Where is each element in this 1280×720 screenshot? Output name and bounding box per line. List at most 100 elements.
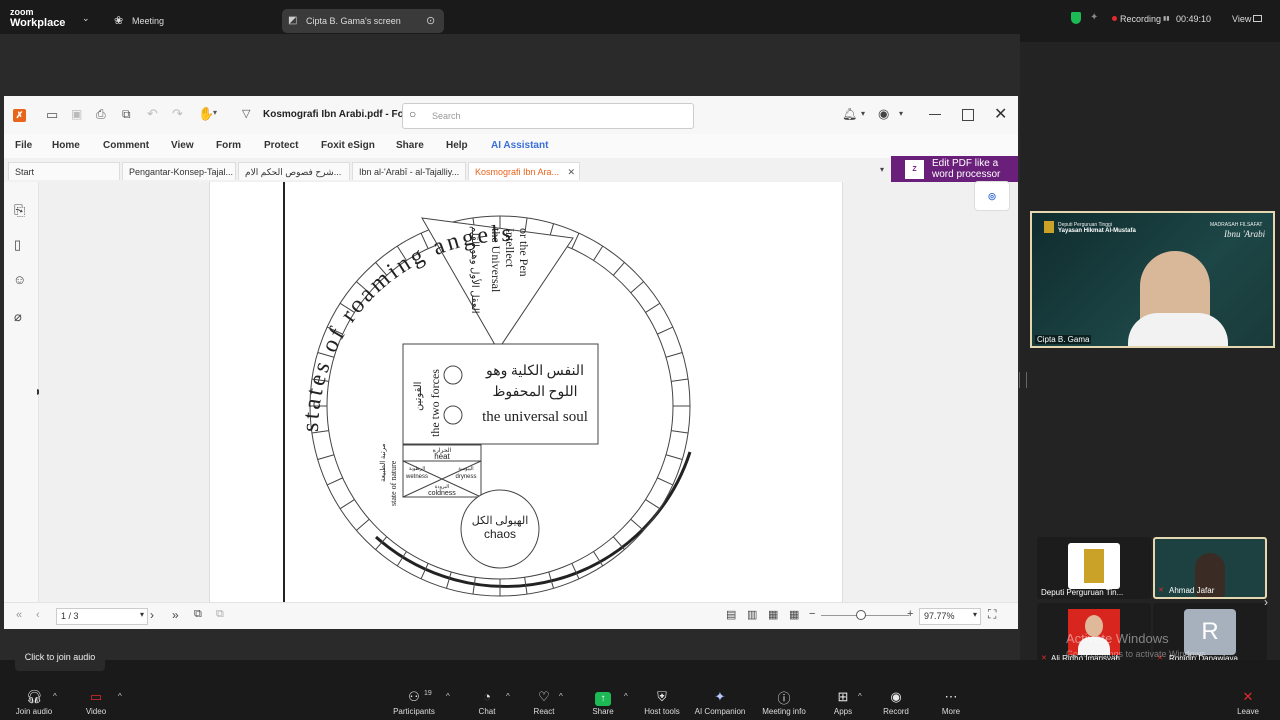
tab-start[interactable]: Start — [8, 162, 120, 180]
close-icon[interactable]: ✕ — [567, 163, 575, 180]
audio-options-icon[interactable]: ^ — [53, 692, 57, 701]
menu-ai-assistant[interactable]: AI Assistant — [491, 140, 548, 151]
menu-view[interactable]: View — [171, 140, 194, 151]
redo-icon[interactable]: ↷ — [172, 106, 183, 122]
menu-share[interactable]: Share — [396, 140, 424, 151]
speaker-shirt — [1128, 313, 1228, 346]
previous-page-icon[interactable]: ‹ — [36, 609, 40, 621]
page-dropdown-icon[interactable]: ▾ — [140, 610, 144, 619]
last-page-icon[interactable]: » — [172, 608, 179, 622]
menu-file[interactable]: File — [15, 140, 32, 151]
meeting-tab-label[interactable]: Meeting — [132, 16, 164, 26]
page-number-field[interactable]: 1 / 3 ▾ — [56, 608, 148, 625]
next-page-arrow-icon[interactable]: › — [1264, 595, 1268, 609]
menu-help[interactable]: Help — [446, 140, 468, 151]
search-input[interactable]: ○ Search — [402, 103, 694, 129]
zoom-dropdown-icon[interactable]: ▾ — [973, 610, 977, 619]
more-button[interactable]: ⋯ — [921, 688, 981, 706]
new-document-icon[interactable]: ⧉ — [122, 107, 131, 122]
minimize-icon[interactable] — [929, 114, 941, 115]
foxit-logo-icon[interactable]: ✗ — [13, 109, 26, 122]
tab-kosmografi[interactable]: Kosmografi Ibn Ara... ✕ — [468, 162, 580, 180]
participants-count: 19 — [424, 690, 432, 697]
participant-tile-deputi[interactable]: Deputi Perguruan Tin... — [1037, 537, 1151, 599]
undo-icon[interactable]: ↶ — [147, 106, 158, 122]
leave-button[interactable]: ✕ — [1218, 688, 1278, 706]
hand-tool-icon[interactable]: ✋ — [198, 106, 214, 122]
ring-tick — [571, 232, 580, 249]
continuous-page-icon[interactable]: ▥ — [747, 608, 757, 621]
participant-tile-ahmad[interactable]: Ahmad Jafar ✕ — [1153, 537, 1267, 599]
zoom-out-icon[interactable]: − — [809, 608, 815, 620]
participants-button[interactable]: ⚇ — [384, 688, 444, 706]
pages-icon[interactable]: ▯ — [14, 237, 21, 253]
hand-tool-dropdown-icon[interactable]: ▾ — [213, 108, 217, 117]
host-tools-button[interactable]: ⛨ — [632, 688, 692, 706]
print-icon[interactable]: ⎙ — [96, 107, 106, 122]
menu-comment[interactable]: Comment — [103, 140, 149, 151]
menu-home[interactable]: Home — [52, 140, 80, 151]
menu-protect[interactable]: Protect — [264, 140, 298, 151]
bookmark-icon[interactable]: ⎘ — [14, 202, 25, 219]
split-view-icon[interactable]: ⧉ — [216, 608, 224, 621]
zoom-level-field[interactable]: 97.77% ▾ — [919, 608, 981, 625]
bell-dropdown-icon[interactable]: ▾ — [861, 109, 865, 118]
account-dropdown-icon[interactable]: ▾ — [899, 109, 903, 118]
tabs-dropdown-icon[interactable]: ▾ — [880, 165, 884, 174]
chevron-down-icon[interactable]: ▽ — [242, 107, 250, 120]
more-options-icon[interactable]: ⊙ — [426, 14, 435, 27]
single-page-icon[interactable]: ▤ — [726, 608, 736, 621]
intellect-line1: the Universal — [489, 228, 503, 293]
chevron-down-icon[interactable]: ⌄ — [82, 13, 90, 24]
meeting-info-button[interactable]: ⓘ — [754, 688, 814, 708]
edit-pdf-promo-banner[interactable]: Z Edit PDF like a word processor — [891, 156, 1018, 182]
react-options-icon[interactable]: ^ — [559, 692, 563, 701]
ai-assistant-float-button[interactable]: ◎ — [974, 181, 1010, 211]
fullscreen-icon[interactable]: ⛶ — [988, 607, 996, 622]
apps-button[interactable]: ⊞ — [813, 688, 873, 706]
intellect-line2: Intellect — [503, 228, 517, 268]
active-speaker-video[interactable]: Deputi Perguruan Tinggi Yayasan Hikmat A… — [1030, 211, 1275, 348]
video-options-icon[interactable]: ^ — [118, 692, 122, 701]
comments-icon[interactable]: ☺ — [13, 272, 26, 287]
menu-form[interactable]: Form — [216, 140, 241, 151]
shield-icon[interactable] — [1071, 12, 1081, 24]
bell-icon[interactable]: 🔔︎ — [842, 107, 857, 121]
attachment-icon[interactable]: ⌀ — [14, 309, 22, 325]
react-label: React — [533, 707, 555, 716]
shared-screen-tab[interactable]: ◩ Cipta B. Gama's screen ⊙ — [282, 9, 444, 33]
continuous-facing-icon[interactable]: ▦ — [789, 608, 799, 621]
share-options-icon[interactable]: ^ — [624, 692, 628, 701]
pdf-view-area[interactable]: states of roaming angels العقل الأول وهو… — [39, 181, 1018, 602]
tab-ibn-al-arabi[interactable]: Ibn al-'Arabī - al-Tajalliy... — [352, 162, 466, 180]
apps-options-icon[interactable]: ^ — [858, 692, 862, 701]
foxit-pdf-window: ✗ ▭ ▣ ⎙ ⧉ ↶ ↷ ✋ ▾ ▽ Kosmografi Ibn Arabi… — [4, 96, 1018, 629]
account-icon[interactable]: ◉ — [878, 106, 889, 122]
participants-options-icon[interactable]: ^ — [446, 692, 450, 701]
recording-label[interactable]: Recording — [1120, 14, 1161, 24]
pause-icon[interactable]: ▮▮ — [1163, 15, 1170, 22]
open-folder-icon[interactable]: ▭ — [46, 107, 58, 123]
zoom-slider-thumb[interactable] — [856, 610, 866, 620]
rotate-view-icon[interactable]: ⧉ — [194, 608, 202, 621]
view-button[interactable]: View — [1232, 14, 1251, 24]
zoom-in-icon[interactable]: + — [907, 608, 913, 620]
chat-options-icon[interactable]: ^ — [506, 692, 510, 701]
record-button[interactable]: ◉ — [866, 688, 926, 706]
sparkle-icon[interactable]: ✦ — [1090, 12, 1098, 23]
first-page-icon[interactable]: « — [16, 609, 22, 621]
zoom-workplace-logo[interactable]: zoom Workplace — [10, 8, 65, 29]
restore-icon[interactable] — [962, 109, 974, 121]
tab-sharh-fusus[interactable]: شرح فصوص الحكم الام... — [238, 162, 350, 180]
react-button[interactable]: ♡ — [514, 688, 574, 706]
facing-page-icon[interactable]: ▦ — [768, 608, 778, 621]
close-icon[interactable]: ✕ — [994, 104, 1007, 124]
next-page-icon[interactable]: › — [150, 608, 154, 622]
view-grid-icon[interactable] — [1253, 15, 1262, 22]
save-icon[interactable]: ▣ — [71, 107, 82, 121]
ai-companion-button[interactable]: ✦ — [690, 688, 750, 706]
menu-foxit-esign[interactable]: Foxit eSign — [321, 140, 375, 151]
video-button[interactable]: ▭ — [66, 688, 126, 706]
tab-pengantar[interactable]: Pengantar-Konsep-Tajal... — [122, 162, 236, 180]
panel-resize-handle[interactable] — [1019, 372, 1027, 388]
